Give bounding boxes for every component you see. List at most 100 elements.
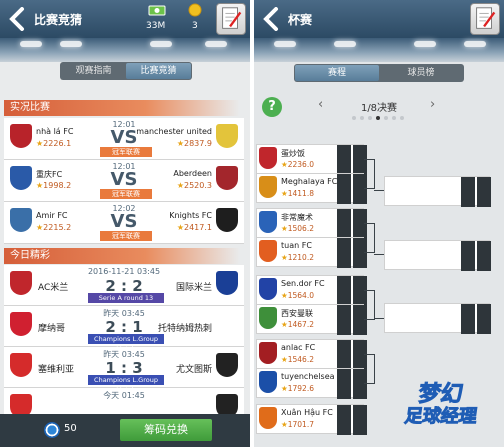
score-boxes [337, 145, 367, 175]
away-crest-icon [216, 166, 238, 190]
top-bar: 杯赛 [254, 0, 504, 38]
score-boxes [337, 305, 367, 335]
away-rating: ★2837.9 [176, 139, 212, 148]
bracket-next-slot[interactable] [384, 303, 491, 334]
cup-screen: 杯赛 赛程 球员榜 ? ‹ 1/8决赛 › 蛋炒饭 ★2236.0 Meghalay… [254, 0, 504, 447]
league-badge: Serie A round 13 [88, 293, 164, 303]
away-team-name: manchester united [136, 127, 212, 136]
bracket-connector [364, 319, 374, 320]
bracket-connector [364, 252, 374, 253]
league-badge: Champions L.Group Match [88, 375, 164, 394]
score-boxes [337, 369, 367, 399]
away-team-name: Knights FC [169, 211, 212, 220]
away-team-name: 托特纳姆热刺 [157, 324, 212, 334]
team-name: tuyenchelsea . [281, 372, 340, 381]
tab-schedule[interactable]: 赛程 [295, 65, 379, 81]
bracket-team-slot[interactable]: 蛋炒饭 ★2236.0 [256, 144, 367, 175]
score-boxes [461, 304, 491, 334]
team-name: anlac FC [281, 343, 316, 352]
team-rating: ★2236.0 [281, 160, 314, 169]
page-title: 比赛竞猜 [34, 13, 83, 27]
bracket-team-slot[interactable]: Xuân Hậu FC ★1701.7 [256, 404, 367, 435]
match-date: 今天 01:45 [103, 391, 145, 400]
bracket-connector [374, 190, 384, 191]
competition-badge: 冠军联赛 [100, 231, 152, 241]
team-rating: ★1792.6 [281, 384, 314, 393]
bracket-connector [374, 223, 375, 253]
view-tabs: 观赛指南 比赛竞猜 [60, 62, 192, 80]
round-title: 1/8决赛 [360, 103, 398, 114]
redeem-chips-button[interactable]: 筹码兑换 [120, 419, 212, 441]
game-logo: 梦幻 足球经理 [382, 376, 500, 430]
live-match-row[interactable]: 重庆FC ★1998.2 12:01 VS 冠军联赛 Aberdeen ★2520.3 [4, 160, 244, 202]
notes-button[interactable] [470, 3, 500, 35]
bottom-bar: 50 筹码兑换 [0, 414, 250, 447]
back-arrow-icon[interactable] [8, 7, 28, 31]
live-match-list: nhà lá FC ★2226.1 12:01 VS 冠军联赛 manchester un… [4, 118, 244, 244]
team-name: Sen.dor FC [281, 279, 325, 288]
back-arrow-icon[interactable] [262, 7, 282, 31]
score-boxes [337, 174, 367, 204]
score-boxes [337, 238, 367, 268]
bracket-team-slot[interactable]: anlac FC ★1546.2 [256, 339, 367, 370]
bracket-team-slot[interactable]: Sen.dor FC ★1564.0 [256, 275, 367, 306]
team-crest-icon [259, 240, 277, 262]
team-crest-icon [259, 342, 277, 364]
team-name: tuan FC [281, 241, 312, 250]
coin-value: 3 [192, 21, 198, 31]
chip-icon [44, 422, 60, 438]
money-value: 33M [146, 21, 166, 31]
tab-player-ranking[interactable]: 球员榜 [379, 65, 463, 81]
away-crest-icon [216, 353, 238, 377]
away-rating: ★2417.1 [176, 223, 212, 232]
today-match-row[interactable]: 摩纳哥昨天 03:452 : 1Champions L.Group Match托… [4, 306, 244, 353]
today-match-row[interactable]: AC米兰 2016-11-21 03:45 2 : 2 Serie A round 1… [4, 265, 244, 306]
logo-line2: 足球经理 [403, 406, 479, 428]
bracket-connector [374, 159, 375, 189]
score-boxes [337, 405, 367, 435]
team-crest-icon [259, 211, 277, 233]
bracket-connector [374, 254, 384, 255]
today-match-row[interactable]: 塞维利亚昨天 03:451 : 3Champions L.Group Match… [4, 347, 244, 394]
competition-badge: 冠军联赛 [100, 189, 152, 199]
live-match-row[interactable]: Amir FC ★2215.2 12:02 VS 冠军联赛 Knights FC ★2417… [4, 202, 244, 244]
away-team-name: 尤文图斯 [175, 365, 212, 375]
next-round-button[interactable]: › [430, 97, 435, 112]
bracket-connector [364, 354, 374, 355]
away-team-name: Aberdeen [173, 169, 212, 178]
team-rating: ★1210.2 [281, 253, 314, 262]
away-crest-icon [216, 312, 238, 336]
top-bar: 比赛竞猜 33M 3 [0, 0, 250, 38]
league-badge: Champions L.Group Match [88, 334, 164, 353]
stadium-banner [254, 38, 504, 62]
team-crest-icon [259, 371, 277, 393]
team-crest-icon [259, 176, 277, 198]
team-rating: ★1564.0 [281, 291, 314, 300]
today-match-list: AC米兰 2016-11-21 03:45 2 : 2 Serie A round 1… [4, 265, 244, 429]
bracket-team-slot[interactable]: Meghalaya FC ★1411.8 [256, 173, 367, 204]
page-title: 杯赛 [288, 13, 313, 27]
bracket-team-slot[interactable]: tuyenchelsea . ★1792.6 [256, 368, 367, 399]
live-match-row[interactable]: nhà lá FC ★2226.1 12:01 VS 冠军联赛 manchester un… [4, 118, 244, 160]
bracket-next-slot[interactable] [384, 240, 491, 271]
away-crest-icon [216, 124, 238, 148]
tab-viewing-guide[interactable]: 观赛指南 [61, 63, 126, 79]
team-crest-icon [259, 147, 277, 169]
chip-count: 50 [64, 423, 77, 434]
team-crest-icon [259, 278, 277, 300]
bracket-team-slot[interactable]: tuan FC ★1210.2 [256, 237, 367, 268]
bracket-team-slot[interactable]: 西安曼联 ★1467.2 [256, 304, 367, 335]
bracket-team-slot[interactable]: 非常魔术 ★1506.2 [256, 208, 367, 239]
today-highlights-header: 今日精彩 [4, 248, 240, 264]
team-rating: ★1701.7 [281, 420, 314, 429]
notepad-icon [222, 7, 242, 29]
bracket-connector [374, 354, 375, 384]
notes-button[interactable] [216, 3, 246, 35]
away-crest-icon [216, 208, 238, 232]
bracket-connector [364, 188, 374, 189]
team-rating: ★1467.2 [281, 320, 314, 329]
tab-match-betting[interactable]: 比赛竞猜 [126, 63, 191, 79]
away-team-name: 国际米兰 [175, 283, 212, 293]
bracket-next-slot[interactable] [384, 176, 491, 207]
cup-tabs: 赛程 球员榜 [294, 64, 464, 82]
